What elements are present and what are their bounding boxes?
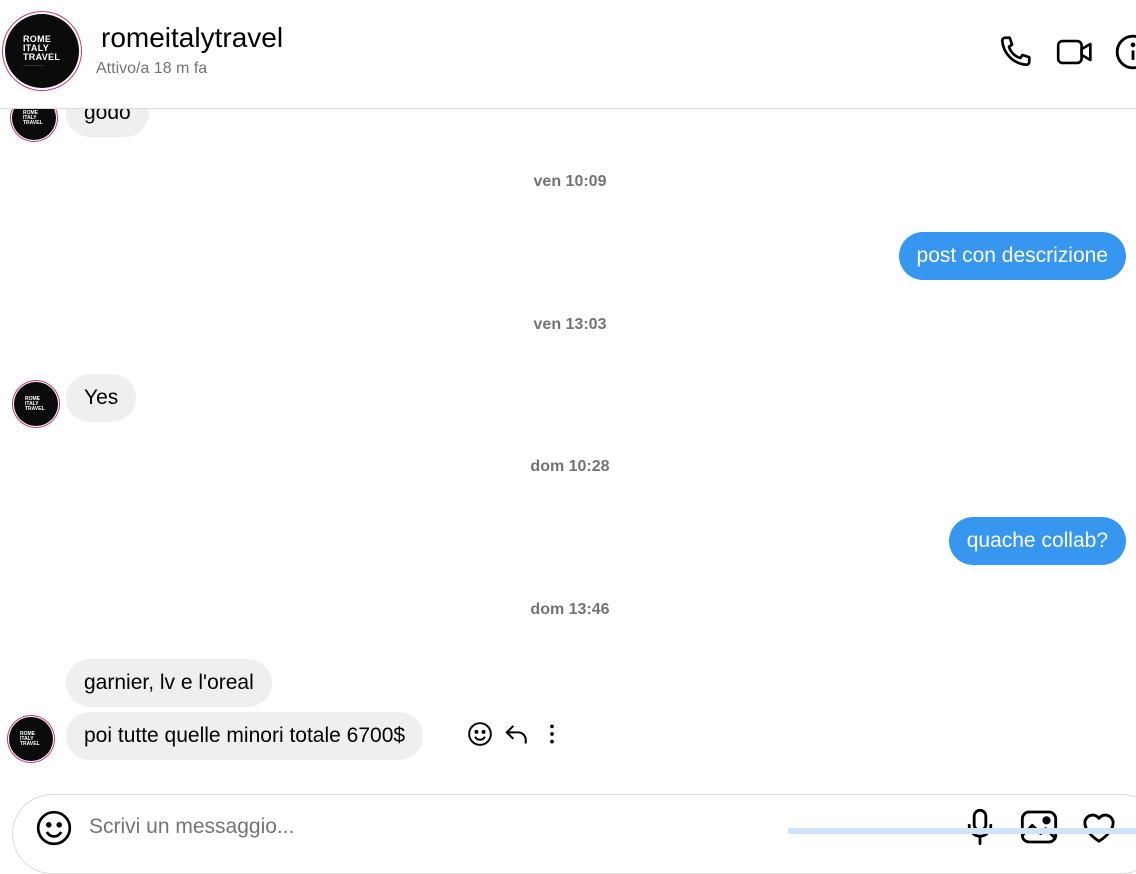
more-options-icon[interactable] [538,720,566,748]
incoming-message[interactable]: garnier, lv e l'oreal [66,659,272,707]
outgoing-message[interactable]: post con descrizione [898,232,1126,280]
emoji-react-icon[interactable] [466,720,494,748]
reply-icon[interactable] [502,720,530,748]
avatar-text-line: TRAVEL [23,119,43,126]
contact-avatar[interactable]: ROME ITALY TRAVEL ————— [5,14,79,88]
chat-header: ROME ITALY TRAVEL ————— romeitalytravel … [0,0,1136,109]
timestamp-divider: ven 10:09 [533,173,607,190]
outgoing-message[interactable]: quache collab? [948,517,1126,565]
incoming-message[interactable]: poi tutte quelle minori totale 6700$ [66,712,424,760]
video-call-icon[interactable] [1056,33,1094,71]
sender-avatar[interactable]: ROME ITALY TRAVEL [9,717,53,761]
timestamp-divider: dom 13:46 [530,601,610,618]
message-input[interactable] [89,815,789,839]
focus-indicator [788,828,1136,834]
avatar-tagline: ————— [23,61,43,67]
timestamp-divider: dom 10:28 [530,458,610,475]
avatar-text-line: TRAVEL [25,405,45,412]
emoji-icon[interactable] [35,809,73,852]
phone-icon[interactable] [996,33,1034,71]
sender-avatar[interactable]: ROME ITALY TRAVEL [14,382,58,426]
message-composer [12,794,1136,874]
info-icon[interactable] [1114,33,1136,71]
avatar-text-line: TRAVEL [20,740,40,747]
timestamp-divider: ven 13:03 [533,316,607,333]
avatar-text-line: TRAVEL [23,51,61,62]
contact-name[interactable]: romeitalytravel [101,22,283,54]
contact-status: Attivo/a 18 m fa [96,60,208,77]
incoming-message[interactable]: Yes [66,374,137,422]
